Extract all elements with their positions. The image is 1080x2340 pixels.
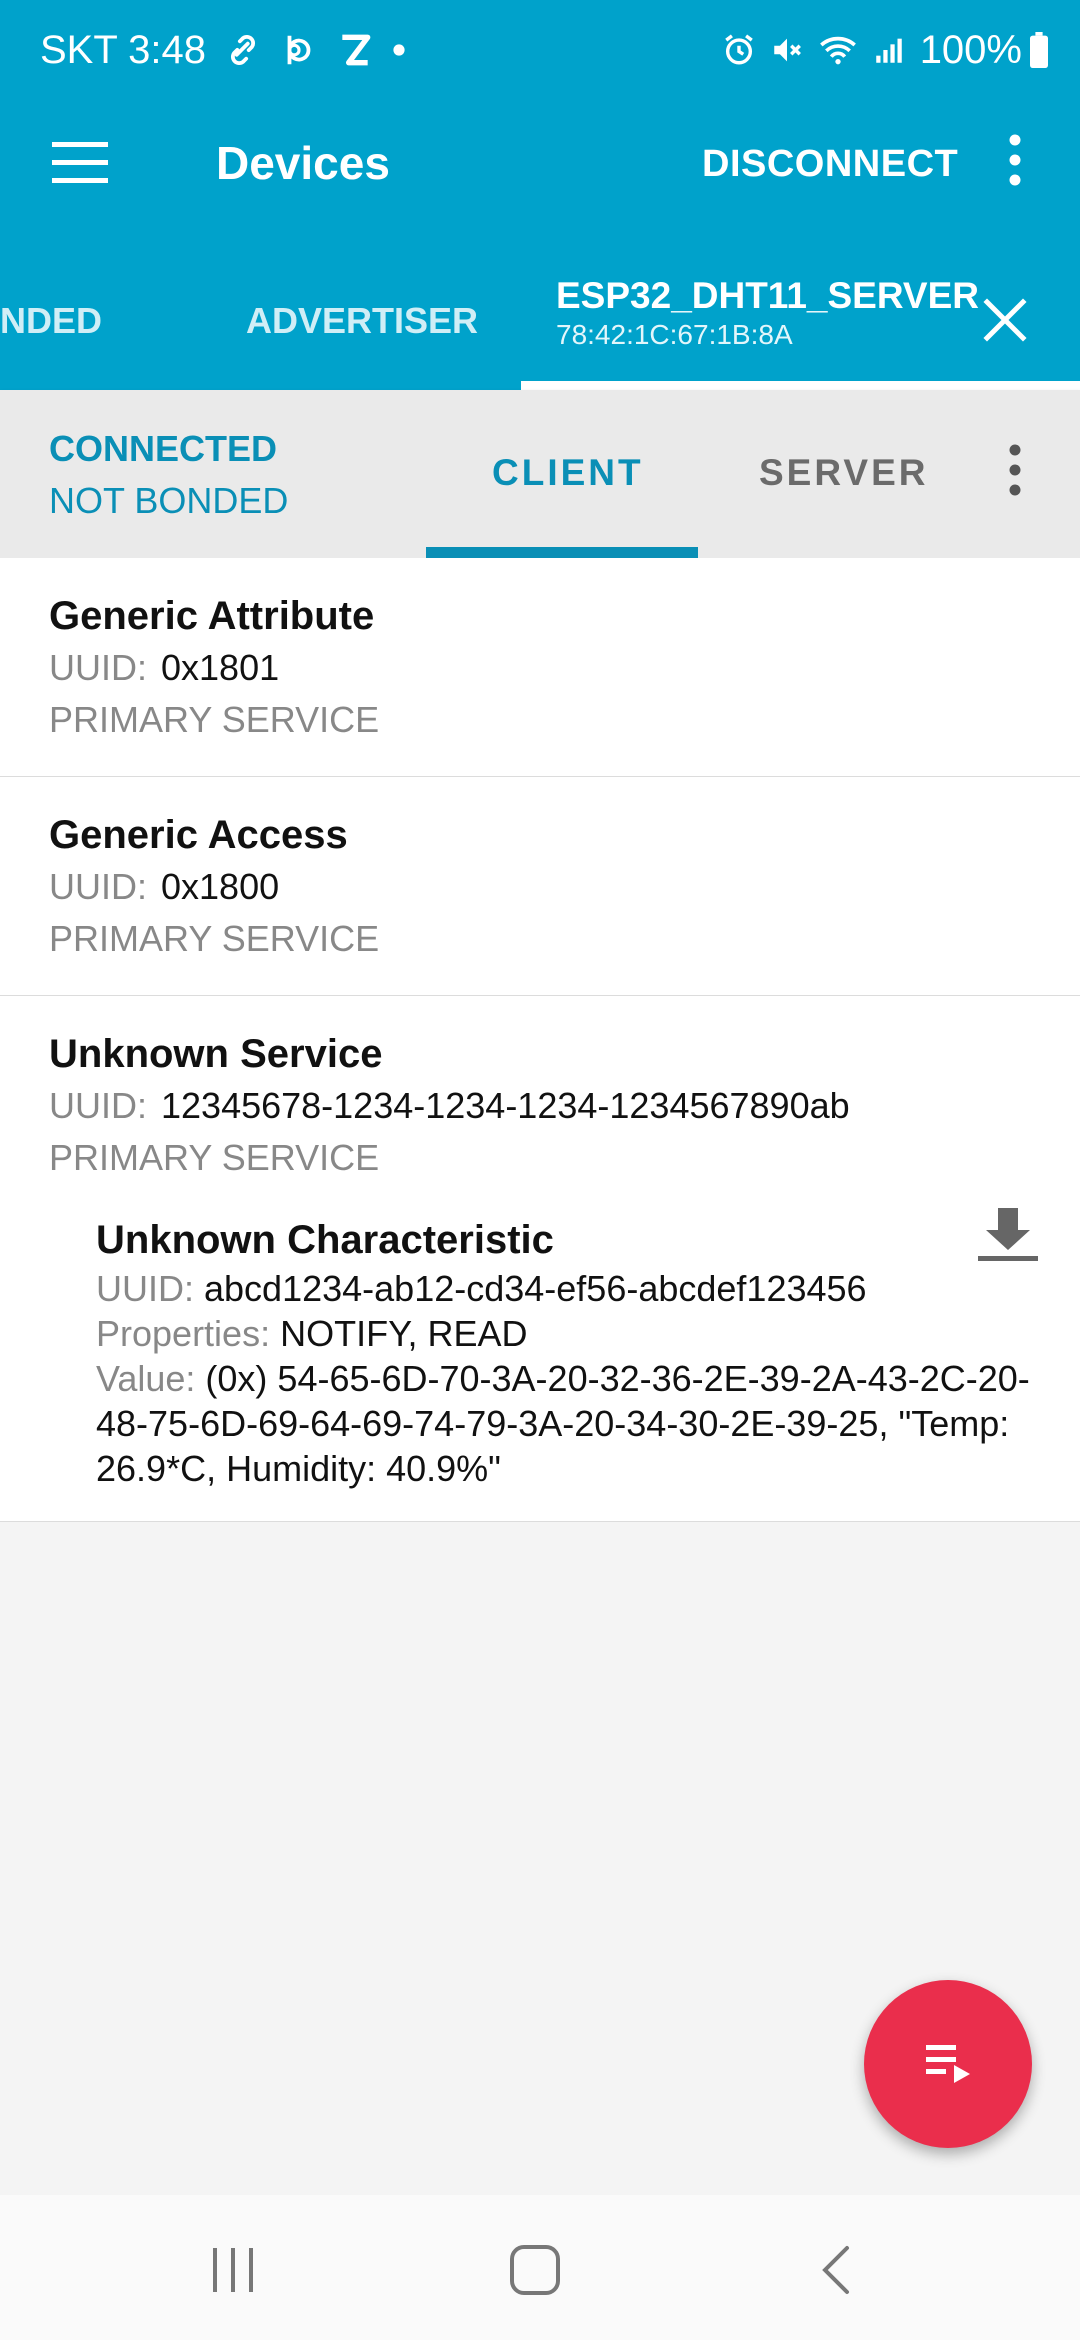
hamburger-icon[interactable] [50,138,110,188]
system-nav-bar [0,2195,1080,2340]
mute-icon [770,33,804,67]
tab-device[interactable]: ESP32_DHT11_SERVER 78:42:1C:67:1B:8A [556,275,979,351]
uuid-label: UUID: [49,866,147,907]
client-tab-indicator [426,547,698,558]
log-fab-button[interactable] [864,1980,1032,2148]
download-icon[interactable] [976,1204,1040,1264]
connection-status: CONNECTED [49,428,278,469]
status-bar-right: 100% [722,25,1050,75]
characteristic-value: (0x) 54-65-6D-70-3A-20-32-36-2E-39-2A-43… [96,1358,1030,1489]
z-app-icon [336,31,374,69]
playlist-play-icon [922,2039,974,2090]
disconnect-button[interactable]: DISCONNECT [702,143,958,186]
app-bar: SKT 3:48 100% Devices DISCONNECT NDED AD… [0,0,1080,390]
uuid-label: UUID: [96,1268,194,1309]
characteristic-uuid-row: UUID: abcd1234-ab12-cd34-ef56-abcdef1234… [96,1266,1040,1311]
properties-label: Properties: [96,1313,271,1354]
service-type: PRIMARY SERVICE [49,1137,380,1178]
link-icon [224,31,262,69]
uuid-label: UUID: [49,647,147,688]
notification-dot-icon [392,43,406,57]
service-item[interactable]: Generic Access UUID: 0x1800 PRIMARY SERVI… [0,777,1080,996]
battery-icon [1028,32,1050,68]
more-vert-icon[interactable] [1000,440,1030,500]
service-type: PRIMARY SERVICE [49,699,380,740]
carrier-time: SKT 3:48 [40,27,207,72]
service-uuid: 0x1800 [161,866,280,907]
device-tabs: NDED ADVERTISER ESP32_DHT11_SERVER 78:42… [0,255,1080,390]
close-icon[interactable] [980,295,1030,345]
service-uuid: 0x1801 [161,647,280,688]
service-uuid-row: UUID: 0x1800 [49,861,1080,913]
b-app-icon [280,31,318,69]
signal-icon [872,33,906,67]
characteristic-name: Unknown Characteristic [96,1218,554,1262]
characteristic-properties-row: Properties: NOTIFY, READ [96,1311,1040,1356]
back-icon[interactable] [797,2235,877,2305]
service-list: Generic Attribute UUID: 0x1801 PRIMARY SE… [0,558,1080,1522]
service-type: PRIMARY SERVICE [49,918,380,959]
recents-icon[interactable] [193,2235,273,2305]
status-bar: SKT 3:48 100% [0,0,1080,100]
bond-status: NOT BONDED [49,480,289,521]
page-title: Devices [216,137,390,189]
battery-percent: 100% [919,27,1022,72]
connection-bar: CONNECTED NOT BONDED CLIENT SERVER [0,390,1080,558]
tab-advertiser[interactable]: ADVERTISER [246,300,478,342]
alarm-icon [722,33,756,67]
characteristic-item[interactable]: Unknown Characteristic UUID: abcd1234-ab… [0,1184,1080,1521]
more-vert-icon[interactable] [1000,130,1030,190]
tab-server[interactable]: SERVER [759,452,929,494]
characteristic-properties: NOTIFY, READ [280,1313,528,1354]
characteristic-uuid: abcd1234-ab12-cd34-ef56-abcdef123456 [204,1268,867,1309]
tab-bonded[interactable]: NDED [0,300,102,342]
service-uuid-row: UUID: 12345678-1234-1234-1234-1234567890a… [49,1080,1080,1132]
service-item[interactable]: Generic Attribute UUID: 0x1801 PRIMARY SE… [0,558,1080,777]
device-mac: 78:42:1C:67:1B:8A [556,319,793,350]
characteristic-value-row: Value: (0x) 54-65-6D-70-3A-20-32-36-2E-3… [96,1356,1040,1491]
device-name: ESP32_DHT11_SERVER [556,275,979,316]
tab-client[interactable]: CLIENT [492,452,644,494]
value-label: Value: [96,1358,196,1399]
service-uuid-row: UUID: 0x1801 [49,642,1080,694]
service-item[interactable]: Unknown Service UUID: 12345678-1234-1234-… [0,996,1080,1522]
toolbar: Devices DISCONNECT [0,100,1080,225]
home-icon[interactable] [495,2235,575,2305]
service-uuid: 12345678-1234-1234-1234-1234567890ab [161,1085,850,1126]
wifi-icon [818,33,858,67]
active-tab-indicator [521,381,1080,390]
service-name: Unknown Service [49,1032,383,1076]
uuid-label: UUID: [49,1085,147,1126]
service-name: Generic Attribute [49,594,375,638]
service-name: Generic Access [49,813,348,857]
status-bar-left: SKT 3:48 [40,25,406,75]
